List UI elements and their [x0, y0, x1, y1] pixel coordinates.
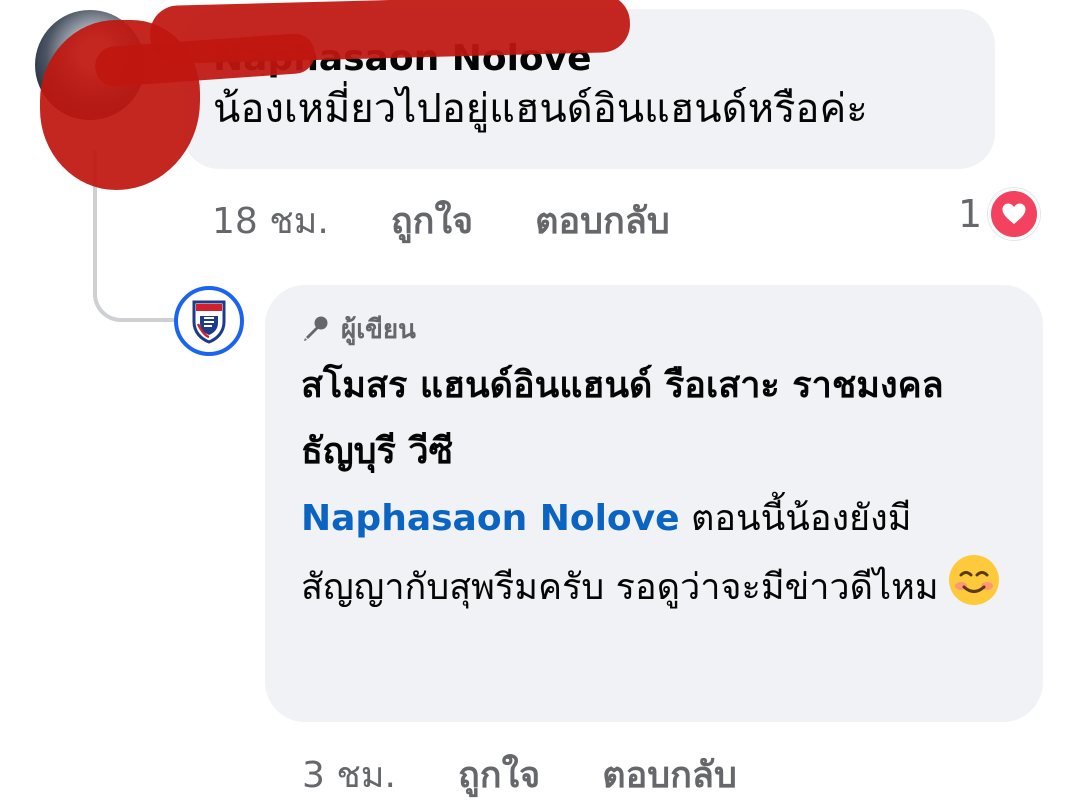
heart-icon: [988, 188, 1041, 240]
like-button[interactable]: ถูกใจ: [458, 746, 540, 803]
commenter-avatar[interactable]: [35, 10, 145, 120]
reaction-summary[interactable]: 1: [958, 188, 1041, 240]
comment-actions: 18 ชม. ถูกใจ ตอบกลับ: [212, 192, 670, 248]
reply-bubble: ผู้เขียน สโมสร แฮนด์อินแฮนด์ รือเสาะ ราช…: [265, 285, 1043, 722]
smiling-face-icon: [947, 553, 1001, 630]
club-logo: [192, 300, 226, 344]
author-badge-label: ผู้เขียน: [341, 314, 416, 345]
comment-bubble: Naphasaon Nolove น้องเหมี่ยวไปอยู่แฮนด์อ…: [183, 9, 995, 169]
microphone-icon: [304, 316, 328, 341]
reply-text: Naphasaon Nolove ตอนนี้น้องยังมีสัญญากับ…: [301, 485, 1013, 630]
comment-timestamp[interactable]: 18 ชม.: [212, 192, 329, 249]
reply-button[interactable]: ตอบกลับ: [535, 192, 670, 249]
author-badge: ผู้เขียน: [301, 309, 1013, 349]
comment-text: น้องเหมี่ยวไปอยู่แฮนด์อินแฮนด์หรือค่ะ: [213, 86, 868, 132]
reply-author-name[interactable]: สโมสร แฮนด์อินแฮนด์ รือเสาะ ราชมงคลธัญบุ…: [301, 353, 1013, 485]
like-button[interactable]: ถูกใจ: [391, 192, 473, 249]
reply-actions: 3 ชม. ถูกใจ ตอบกลับ: [302, 746, 737, 802]
comment-author-name[interactable]: Naphasaon Nolove: [213, 37, 995, 81]
reply-button[interactable]: ตอบกลับ: [602, 746, 737, 803]
page-avatar[interactable]: [174, 286, 244, 356]
thread-connector-line: [93, 150, 183, 322]
mention-link[interactable]: Naphasaon Nolove: [301, 498, 680, 539]
reply-timestamp[interactable]: 3 ชม.: [302, 746, 396, 803]
reaction-count: 1: [958, 192, 983, 236]
